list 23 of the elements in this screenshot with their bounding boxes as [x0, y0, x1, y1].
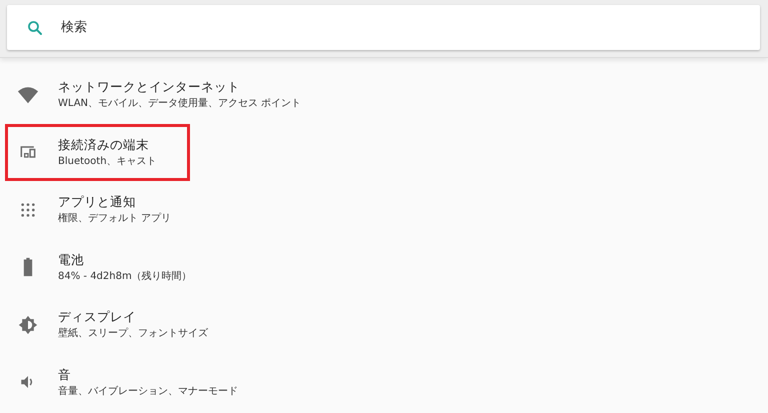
settings-item[interactable]: アプリと通知 権限、デフォルト アプリ [5, 181, 190, 238]
battery-icon [23, 257, 33, 278]
item-title: 音 [58, 366, 72, 384]
settings-item[interactable]: ネットワークとインターネット WLAN、モバイル、データ使用量、アクセス ポイント [5, 66, 304, 124]
item-title: 接続済みの端末 [58, 136, 150, 154]
item-title: ディスプレイ [58, 308, 137, 326]
item-subtitle: 権限、デフォルト アプリ [58, 212, 172, 226]
apps-icon [20, 202, 36, 218]
search-icon [26, 18, 44, 36]
item-subtitle: WLAN、モバイル、データ使用量、アクセス ポイント [58, 97, 302, 112]
settings-item[interactable]: 音 音量、バイブレーション、マナーモード [5, 354, 241, 411]
item-subtitle: 壁紙、スリープ、フォントサイズ [58, 326, 208, 342]
settings-item[interactable]: 電池 84% - 4d2h8m（残り時間） [5, 238, 195, 296]
search-field[interactable]: 検索 [7, 5, 760, 50]
item-subtitle: 84% - 4d2h8m（残り時間） [58, 270, 192, 284]
settings-item[interactable]: ディスプレイ 壁紙、スリープ、フォントサイズ [5, 296, 211, 354]
item-subtitle: 音量、バイブレーション、マナーモード [58, 384, 238, 399]
settings-item[interactable]: 接続済みの端末 Bluetooth、キャスト [5, 124, 190, 181]
item-subtitle: Bluetooth、キャスト [58, 154, 157, 169]
item-title: アプリと通知 [58, 193, 137, 212]
item-title: ネットワークとインターネット [58, 78, 241, 96]
item-title: 電池 [58, 250, 85, 269]
brightness-icon [18, 314, 38, 335]
